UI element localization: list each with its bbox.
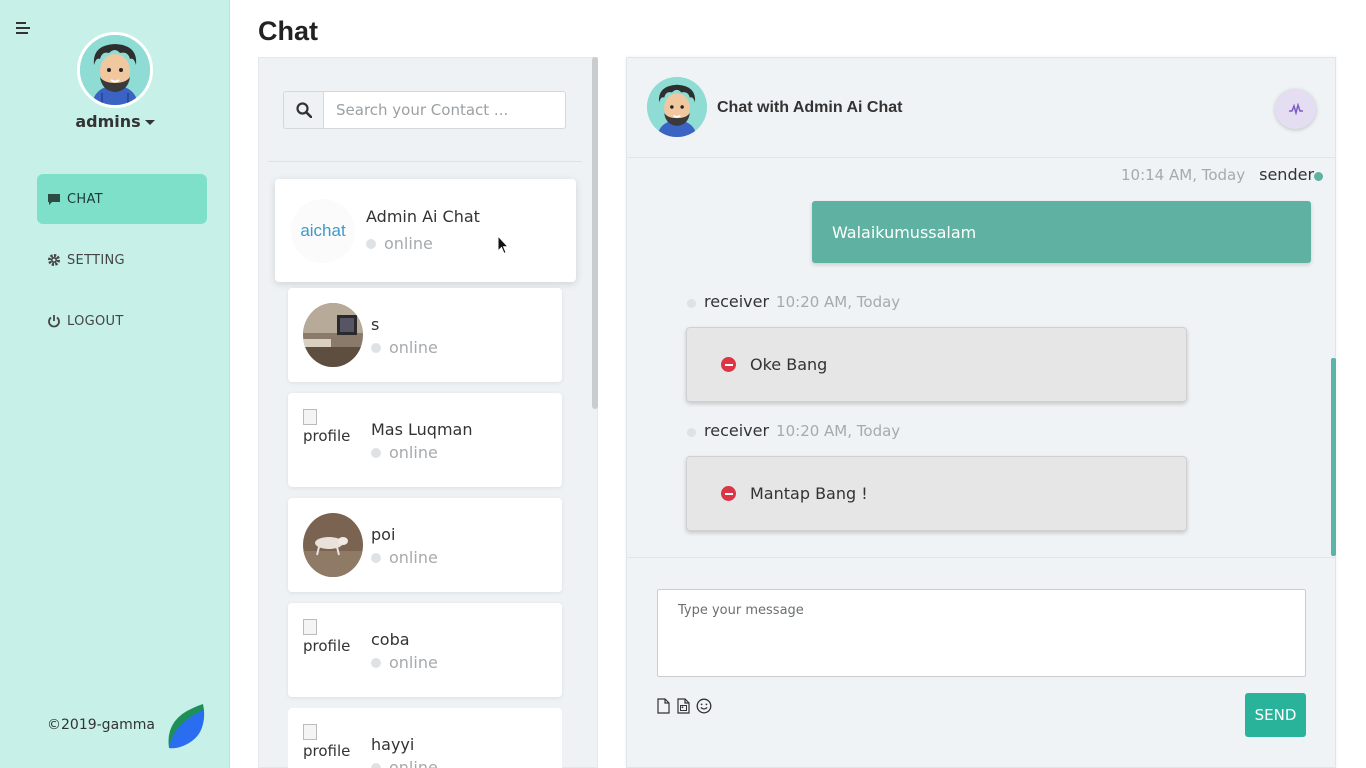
message-meta: 10:14 AM, Today sender (1121, 165, 1324, 184)
contact-status: online (366, 234, 433, 253)
contact-status: online (371, 758, 438, 768)
contact-item-admin-ai-chat[interactable]: aichat Admin Ai Chat online (275, 179, 576, 282)
search-input[interactable] (323, 91, 566, 129)
delete-message-icon[interactable] (721, 486, 736, 501)
contact-item-coba[interactable]: profile coba online (288, 603, 562, 697)
attach-image-icon[interactable] (675, 697, 691, 714)
nav-item-label: CHAT (67, 191, 103, 207)
contact-search (283, 91, 566, 129)
status-dot (687, 427, 696, 437)
status-dot (371, 447, 381, 458)
broken-image-icon: profile (303, 619, 350, 655)
username-dropdown[interactable]: admins (0, 112, 230, 131)
search-icon (295, 102, 312, 118)
status-dot (366, 238, 376, 249)
menu-toggle-icon[interactable] (16, 22, 30, 36)
user-avatar[interactable] (77, 32, 153, 108)
message-bubble-sent: Walaikumussalam (812, 201, 1311, 263)
emoji-icon[interactable] (696, 697, 712, 714)
waveform-icon (1288, 103, 1303, 115)
contact-item-hayyi[interactable]: profile hayyi online (288, 708, 562, 768)
sidebar: admins CHAT SETTING LOGOUT ©2019-gamma (0, 0, 230, 768)
aichat-logo: aichat (291, 199, 355, 263)
contact-name: hayyi (371, 735, 415, 754)
divider (268, 161, 582, 162)
contact-name: Mas Luqman (371, 420, 473, 439)
leaf-logo (163, 702, 207, 750)
contact-status: online (371, 548, 438, 567)
contact-clip: profile hayyi online (288, 708, 562, 768)
contact-name: coba (371, 630, 410, 649)
status-dot (371, 657, 381, 668)
chat-scrollbar[interactable] (1331, 358, 1336, 556)
attach-file-icon[interactable] (655, 697, 671, 714)
nav-item-label: LOGOUT (67, 313, 124, 329)
contact-item-poi[interactable]: poi online (288, 498, 562, 592)
broken-image-icon: profile (303, 724, 350, 760)
power-icon (47, 314, 61, 328)
status-dot (371, 762, 381, 768)
broken-image-icon: profile (303, 409, 350, 445)
nav-item-chat[interactable]: CHAT (37, 174, 207, 224)
comment-icon (47, 192, 61, 206)
delete-message-icon[interactable] (721, 357, 736, 372)
status-dot (371, 342, 381, 353)
contact-status: online (371, 338, 438, 357)
chat-contact-avatar (647, 77, 707, 137)
message-input[interactable] (657, 589, 1306, 677)
contact-name: Admin Ai Chat (366, 207, 480, 226)
page-title: Chat (258, 16, 318, 46)
contact-name: poi (371, 525, 396, 544)
copyright-text: ©2019-gamma (47, 717, 156, 733)
send-button[interactable]: SEND (1245, 693, 1306, 737)
chat-title: Chat with Admin Ai Chat (717, 99, 903, 116)
voice-call-button[interactable] (1275, 89, 1316, 129)
username-label: admins (75, 112, 141, 131)
message-meta: receiver 10:20 AM, Today (687, 421, 900, 440)
message-bubble-received: Mantap Bang ! (686, 456, 1187, 531)
nav-item-setting[interactable]: SETTING (37, 235, 207, 285)
status-dot (687, 298, 696, 308)
search-button[interactable] (283, 91, 323, 129)
nav-item-logout[interactable]: LOGOUT (37, 296, 207, 346)
status-dot (371, 552, 381, 563)
message-meta: receiver 10:20 AM, Today (687, 292, 900, 311)
message-bubble-received: Oke Bang (686, 327, 1187, 402)
divider (627, 157, 1336, 158)
gear-icon (47, 253, 61, 267)
contact-name: s (371, 315, 380, 334)
contact-status: online (371, 653, 438, 672)
contact-status: online (371, 443, 438, 462)
contact-item-mas-luqman[interactable]: profile Mas Luqman online (288, 393, 562, 487)
contact-item-s[interactable]: s online (288, 288, 562, 382)
contacts-scrollbar[interactable] (592, 57, 598, 409)
caret-down-icon (144, 120, 155, 125)
divider (627, 557, 1336, 558)
contact-avatar (303, 513, 363, 577)
contact-avatar (303, 303, 363, 367)
status-dot (1314, 172, 1324, 181)
nav-item-label: SETTING (67, 252, 125, 268)
